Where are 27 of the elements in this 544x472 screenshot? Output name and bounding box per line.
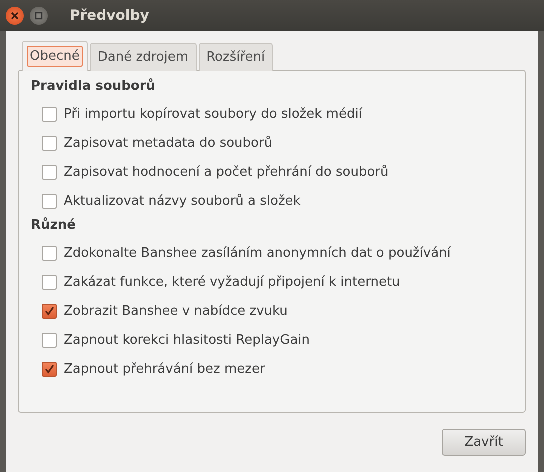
close-icon[interactable] bbox=[6, 6, 24, 24]
checkbox-label: Zdokonalte Banshee zasíláním anonymních dat o používání bbox=[64, 246, 451, 261]
checkbox[interactable] bbox=[42, 362, 57, 377]
checkbox-label: Zapnout přehrávání bez mezer bbox=[64, 362, 266, 377]
checkbox[interactable] bbox=[42, 333, 57, 348]
tab[interactable]: Rozšíření bbox=[198, 43, 274, 71]
section-heading: Pravidla souborů bbox=[31, 79, 157, 94]
checkbox-label: Zapisovat hodnocení a počet přehrání do souborů bbox=[64, 165, 389, 180]
checkbox-label: Při importu kopírovat soubory do složek médií bbox=[64, 107, 362, 122]
checkbox[interactable] bbox=[42, 165, 57, 180]
checkbox-label: Zapnout korekci hlasitosti ReplayGain bbox=[64, 333, 310, 348]
checkbox-label: Zakázat funkce, které vyžadují připojení k internetu bbox=[64, 275, 400, 290]
checkbox[interactable] bbox=[42, 194, 57, 209]
checkbox[interactable] bbox=[42, 275, 57, 290]
checkbox-label: Zapisovat metadata do souborů bbox=[64, 136, 273, 151]
checkbox[interactable] bbox=[42, 246, 57, 261]
section-heading: Různé bbox=[31, 218, 77, 233]
checkbox-label: Zobrazit Banshee v nabídce zvuku bbox=[64, 304, 288, 319]
window-title: Předvolby bbox=[70, 8, 150, 24]
checkbox[interactable] bbox=[42, 107, 57, 122]
tab[interactable]: Dané zdrojem bbox=[90, 43, 197, 71]
tab[interactable]: Obecné bbox=[22, 41, 88, 71]
checkbox[interactable] bbox=[42, 304, 57, 319]
checkbox[interactable] bbox=[42, 136, 57, 151]
checkbox-label: Aktualizovat názvy souborů a složek bbox=[64, 194, 301, 209]
close-button[interactable]: Zavřít bbox=[442, 429, 526, 456]
minimize-icon[interactable] bbox=[30, 6, 48, 24]
